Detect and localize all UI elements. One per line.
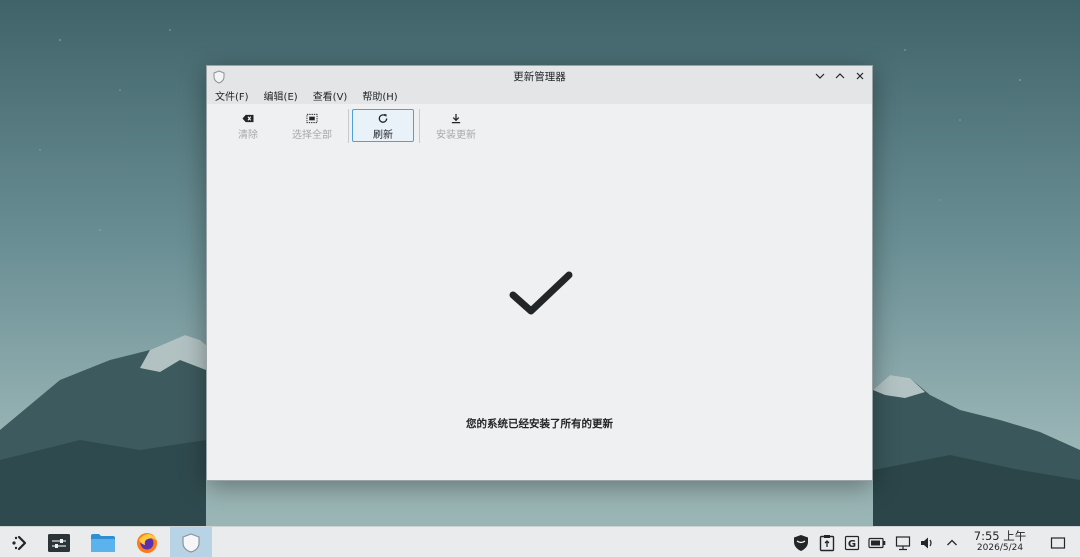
menu-edit[interactable]: 编辑(E) <box>264 88 298 103</box>
maximize-button[interactable] <box>832 68 848 84</box>
settings-panel-icon <box>48 533 70 552</box>
clear-button[interactable]: 清除 <box>217 109 279 142</box>
update-content-area: 您的系统已经安装了所有的更新 <box>207 146 872 482</box>
taskbar-firefox[interactable] <box>128 527 166 557</box>
select-all-icon <box>306 113 318 124</box>
tray-network[interactable] <box>894 534 912 552</box>
network-icon <box>895 536 911 551</box>
refresh-button[interactable]: 刷新 <box>352 109 414 142</box>
clear-icon <box>242 114 254 123</box>
app-launcher-button[interactable] <box>4 527 36 557</box>
minimize-button[interactable] <box>812 68 828 84</box>
folder-icon <box>91 533 115 552</box>
select-all-label: 选择全部 <box>292 130 332 141</box>
window-title: 更新管理器 <box>513 71 566 83</box>
tray-expand[interactable] <box>943 534 961 552</box>
select-all-button[interactable]: 选择全部 <box>281 109 343 142</box>
install-updates-label: 安装更新 <box>436 130 476 141</box>
clock-time: 7:55 上午 <box>973 529 1027 543</box>
show-desktop-button[interactable] <box>1049 534 1067 552</box>
toolbar-separator <box>419 109 420 143</box>
volume-icon <box>921 537 932 549</box>
tray-input-method[interactable]: G <box>843 534 861 552</box>
checkmark-icon <box>509 271 573 315</box>
tray-battery[interactable] <box>868 534 886 552</box>
taskbar-system-settings[interactable] <box>40 527 78 557</box>
firefox-icon <box>137 532 157 553</box>
show-desktop-icon <box>1050 537 1066 549</box>
svg-text:G: G <box>848 539 856 550</box>
tray-vpn[interactable] <box>792 534 810 552</box>
shield-icon <box>182 532 200 553</box>
install-updates-button[interactable]: 安装更新 <box>423 109 489 142</box>
update-manager-window: 更新管理器 文件(F) 编辑(E) 查看(V) 帮助(H) 清除 选择全部 刷新… <box>206 65 873 481</box>
taskbar-clock[interactable]: 7:55 上午 2026/5/24 <box>968 530 1032 554</box>
tray-clipboard[interactable] <box>818 534 836 552</box>
clipboard-icon <box>819 535 835 552</box>
battery-icon <box>868 537 886 549</box>
taskbar-update-manager[interactable] <box>170 527 212 557</box>
menu-help[interactable]: 帮助(H) <box>362 88 397 103</box>
menu-view[interactable]: 查看(V) <box>313 88 348 103</box>
menu-file[interactable]: 文件(F) <box>215 88 249 103</box>
refresh-label: 刷新 <box>373 130 393 141</box>
clock-date: 2026/5/24 <box>976 543 1024 553</box>
vpn-shield-icon <box>794 535 808 551</box>
menu-bar: 文件(F) 编辑(E) 查看(V) 帮助(H) <box>207 86 872 104</box>
toolbar-separator <box>348 109 349 143</box>
refresh-icon <box>378 113 388 123</box>
clear-label: 清除 <box>238 130 258 141</box>
chevron-up-icon <box>947 539 957 546</box>
download-icon <box>451 113 461 124</box>
taskbar: G 7:55 上午 2026/5/24 <box>0 526 1080 557</box>
taskbar-file-manager[interactable] <box>84 527 122 557</box>
status-message: 您的系统已经安装了所有的更新 <box>466 418 613 430</box>
minimize-icon <box>815 73 825 79</box>
maximize-icon <box>835 73 845 79</box>
toolbar: 清除 选择全部 刷新 安装更新 <box>207 104 872 146</box>
keyboard-layout-icon: G <box>844 535 860 551</box>
window-titlebar[interactable]: 更新管理器 <box>207 66 872 86</box>
close-button[interactable] <box>852 68 868 84</box>
app-launcher-icon <box>12 535 27 550</box>
close-icon <box>856 72 864 80</box>
tray-volume[interactable] <box>918 534 936 552</box>
